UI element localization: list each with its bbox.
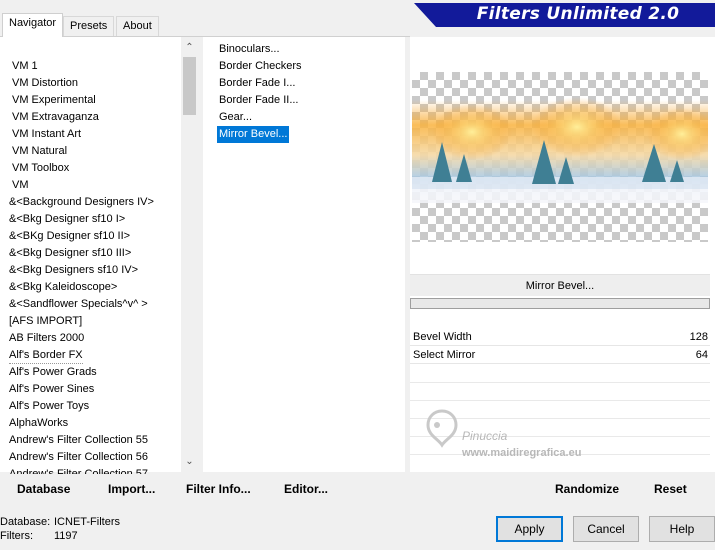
reset-button[interactable]: Reset — [654, 482, 687, 496]
parameter-label: Bevel Width — [413, 331, 472, 343]
watermark-logo-icon — [426, 409, 458, 448]
scroll-thumb[interactable] — [183, 57, 196, 115]
category-item[interactable]: &<Background Designers IV> — [9, 194, 154, 211]
filter-info-button[interactable]: Filter Info... — [186, 482, 251, 496]
category-item[interactable]: VM Distortion — [12, 75, 78, 92]
category-list[interactable]: VM 1 VM Distortion VM Experimental VM Extra… — [0, 37, 181, 480]
status-filters-value: 1197 — [54, 530, 78, 542]
category-item[interactable]: VM Toolbox — [12, 160, 69, 177]
category-item[interactable]: &<Sandflower Specials^v^ > — [9, 296, 148, 313]
toolbar-right: Randomize Reset — [410, 474, 715, 502]
parameter-row-empty — [410, 382, 710, 383]
watermark-name: Pinuccia — [462, 429, 508, 443]
apply-button[interactable]: Apply — [496, 516, 563, 542]
category-item[interactable]: &<Bkg Designer sf10 I> — [9, 211, 125, 228]
category-item[interactable]: Alf's Border FX — [9, 347, 83, 364]
scroll-down-icon[interactable]: ⌄ — [181, 453, 198, 470]
filter-item[interactable]: Border Checkers — [217, 58, 304, 75]
parameter-slider[interactable] — [410, 298, 710, 309]
category-item[interactable]: AlphaWorks — [9, 415, 68, 432]
category-item[interactable]: VM Natural — [12, 143, 67, 160]
category-item[interactable]: &<Bkg Kaleidoscope> — [9, 279, 117, 296]
preview-image — [412, 72, 708, 242]
category-item[interactable]: Alf's Power Toys — [9, 398, 89, 415]
category-item[interactable]: [AFS IMPORT] — [9, 313, 82, 330]
category-item[interactable]: Alf's Power Grads — [9, 364, 97, 381]
parameter-value[interactable]: 64 — [696, 348, 708, 363]
tab-navigator[interactable]: Navigator — [2, 13, 64, 37]
parameter-row-empty — [410, 400, 710, 401]
category-item[interactable]: &<Bkg Designers sf10 IV> — [9, 262, 138, 279]
category-item[interactable]: VM — [12, 177, 29, 194]
category-item[interactable]: Andrew's Filter Collection 55 — [9, 432, 148, 449]
toolbar-left: Database Import... Filter Info... Editor… — [0, 474, 405, 502]
filter-item[interactable]: Border Fade I... — [217, 75, 297, 92]
parameter-label: Select Mirror — [413, 349, 476, 361]
current-filter-button[interactable]: Mirror Bevel... — [410, 274, 710, 296]
filter-item[interactable]: Gear... — [217, 109, 254, 126]
category-item[interactable]: Andrew's Filter Collection 56 — [9, 449, 148, 466]
help-button[interactable]: Help — [649, 516, 715, 542]
category-item[interactable]: VM Experimental — [12, 92, 96, 109]
category-item[interactable]: &<Bkg Designer sf10 III> — [9, 245, 131, 262]
database-button[interactable]: Database — [17, 482, 70, 496]
category-item[interactable]: AB Filters 2000 — [9, 330, 84, 347]
editor-button[interactable]: Editor... — [284, 482, 328, 496]
status-database-value: ICNET-Filters — [54, 516, 120, 528]
cancel-button[interactable]: Cancel — [573, 516, 639, 542]
tab-about[interactable]: About — [116, 16, 159, 36]
watermark: Pinuccia www.maidiregrafica.eu — [420, 405, 640, 465]
parameter-row-select-mirror[interactable]: Select Mirror 64 — [410, 347, 710, 364]
watermark-site: www.maidiregrafica.eu — [462, 447, 582, 459]
randomize-button[interactable]: Randomize — [555, 482, 619, 496]
status-filters: Filters: 1197 — [0, 530, 78, 542]
banner-title: Filters Unlimited 2.0 — [476, 4, 680, 24]
filter-list[interactable]: Binoculars... Border Checkers Border Fade … — [203, 37, 405, 472]
category-item[interactable]: Alf's Power Sines — [9, 381, 94, 398]
parameter-row-bevel-width[interactable]: Bevel Width 128 — [410, 329, 710, 346]
category-item[interactable]: &<BKg Designer sf10 II> — [9, 228, 130, 245]
category-item[interactable]: VM 1 — [12, 58, 38, 75]
preview-artwork — [412, 97, 708, 203]
category-scrollbar[interactable]: ⌃ ⌄ — [181, 37, 198, 472]
scroll-up-icon[interactable]: ⌃ — [181, 39, 198, 56]
filter-item[interactable]: Binoculars... — [217, 41, 282, 58]
category-item[interactable]: VM Extravaganza — [12, 109, 99, 126]
status-filters-label: Filters: — [0, 530, 33, 542]
category-item[interactable]: VM Instant Art — [12, 126, 81, 143]
filter-item[interactable]: Border Fade II... — [217, 92, 300, 109]
status-database-label: Database: — [0, 516, 51, 528]
filter-item[interactable]: Mirror Bevel... — [217, 126, 290, 143]
tab-presets[interactable]: Presets — [63, 16, 115, 36]
status-database: Database: ICNET-Filters — [0, 516, 120, 528]
parameter-value[interactable]: 128 — [690, 330, 708, 345]
import-button[interactable]: Import... — [108, 482, 155, 496]
